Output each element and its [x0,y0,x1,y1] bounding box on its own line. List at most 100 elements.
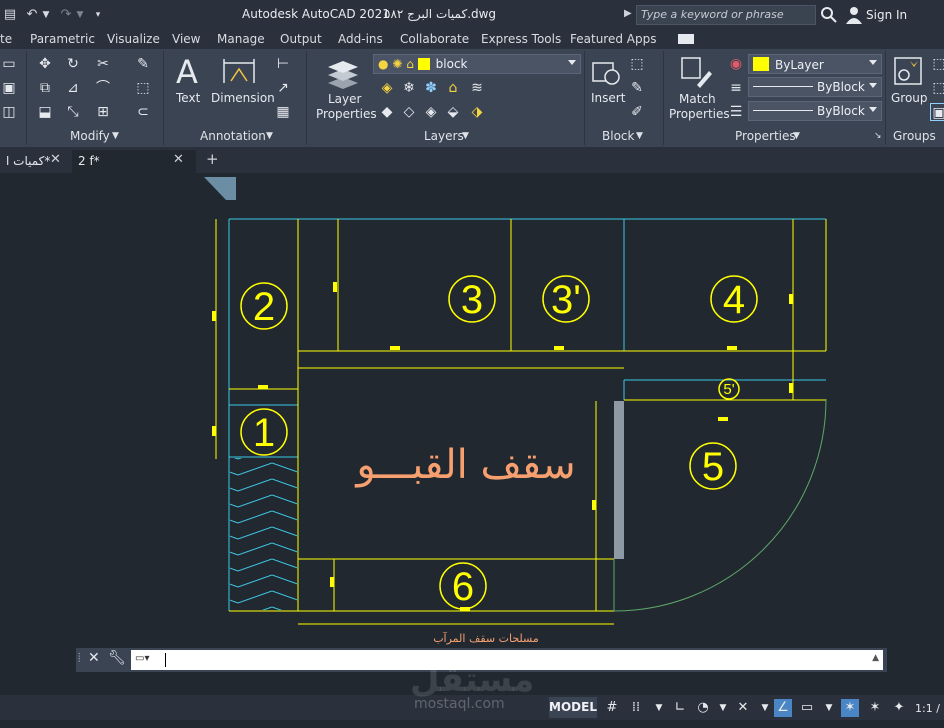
tab-add-ins[interactable]: Add-ins [338,32,383,46]
ribbon-minimize-toggle[interactable] [678,34,694,44]
layer-previous-icon[interactable]: ◇ [400,103,418,121]
tab-view[interactable]: View [172,32,200,46]
trim-icon[interactable]: ✂ [94,55,112,73]
linetype-dropdown[interactable]: ByBlock [748,77,882,97]
group-button-label[interactable]: Group [891,91,928,105]
layer-delete-icon[interactable]: ⬗ [468,103,486,121]
tab-output[interactable]: Output [280,32,322,46]
groups-panel-label[interactable]: Groups [893,129,936,143]
command-history-icon[interactable]: ▲ [872,653,879,663]
search-expand-icon[interactable]: ▶ [624,8,632,19]
tab-home-partial[interactable]: te [0,32,12,46]
text-icon[interactable]: A [170,55,204,89]
layer-merge-icon[interactable]: ⬙ [444,103,462,121]
undo-dropdown-icon[interactable]: ▼ [38,7,54,23]
layer-match-icon[interactable]: ◆ [378,103,396,121]
close-icon[interactable]: ✕ [173,152,184,167]
dimension-icon[interactable] [222,55,256,87]
group-edit-icon[interactable]: ⬚ [930,79,944,97]
user-icon[interactable] [845,6,863,24]
layers-panel-label[interactable]: Layers [424,129,464,143]
explode-icon[interactable]: ⬚ [134,79,152,97]
modify-expand-icon[interactable]: ▼ [112,131,119,141]
modify-panel-label[interactable]: Modify [70,129,110,143]
model-space-button[interactable]: MODEL [549,697,597,718]
snap-dropdown-icon[interactable]: ▼ [650,699,668,717]
print-icon[interactable]: ▤ [2,7,18,23]
scale-icon[interactable]: ⤡ [64,103,82,121]
color-wheel-icon[interactable]: ◉ [727,55,745,73]
annotation-panel-label[interactable]: Annotation [200,129,266,143]
tab-manage[interactable]: Manage [217,32,265,46]
annotation-scale-icon[interactable]: ✦ [890,699,908,717]
lineweight-toggle-icon[interactable]: ▭ [798,699,816,717]
osnap-dropdown-icon[interactable]: ▼ [756,699,774,717]
group-icon[interactable] [892,55,924,87]
layer-freeze-icon[interactable]: ❄ [400,79,418,97]
edit-attributes-icon[interactable]: ✐ [628,103,646,121]
draw-hatch-icon[interactable]: ▣ [0,79,18,97]
block-panel-label[interactable]: Block [602,129,634,143]
command-prompt-icon[interactable]: ▭▾ [135,653,149,664]
layer-walk-icon[interactable]: ≋ [468,79,486,97]
copy-icon[interactable]: ⧉ [36,79,54,97]
drawing-svg[interactable]: 2 3 3' 4 5' 1 5 6 سقف القبـــو مسلحات سق… [0,173,944,647]
customize-wrench-icon[interactable]: 🔧︎ [108,650,126,666]
search-icon[interactable] [820,6,838,24]
table-icon[interactable]: ▦ [274,103,292,121]
draw-rect-icon[interactable]: ▭ [0,55,18,73]
layer-lock-icon[interactable]: ⌂ [444,79,462,97]
otrack-icon[interactable]: ∠ [774,699,792,717]
edit-block-icon[interactable]: ✎ [628,79,646,97]
draw-region-icon[interactable]: ◫ [0,103,18,121]
layer-isolate-icon[interactable]: ◈ [378,79,396,97]
dimension-button-label[interactable]: Dimension [211,91,275,105]
tab-parametric[interactable]: Parametric [30,32,95,46]
lineweight-dropdown[interactable]: ByBlock [748,101,882,121]
close-icon[interactable]: ✕ [88,650,100,666]
lineweight-icon[interactable]: ☰ [727,103,745,121]
erase-icon[interactable]: ✎ [134,55,152,73]
offset-icon[interactable]: ⊂ [134,103,152,121]
polar-icon[interactable]: ◔ [694,699,712,717]
polar-dropdown-icon[interactable]: ▼ [714,699,732,717]
linear-dimension-icon[interactable]: ⊢ [274,55,292,73]
color-dropdown[interactable]: ByLayer [748,54,882,74]
group-selection-icon[interactable]: ▣ [930,103,944,121]
match-properties-label-1[interactable]: Match [679,92,716,106]
properties-panel-label[interactable]: Properties [735,129,796,143]
ortho-icon[interactable]: ∟ [671,699,689,717]
match-properties-icon[interactable] [679,55,713,89]
redo-dropdown-icon[interactable]: ▼ [72,7,88,23]
osnap-icon[interactable]: ✕ [734,699,752,717]
match-properties-label-2[interactable]: Properties [669,107,730,121]
layer-dropdown[interactable]: ● ✺ ⌂ block [373,54,581,74]
snap-icon[interactable]: ⁞⁞ [627,699,645,717]
array-icon[interactable]: ⊞ [94,103,112,121]
layer-properties-icon[interactable] [326,55,360,91]
properties-launcher-icon[interactable]: ↘ [874,131,882,141]
close-icon[interactable]: ✕ [50,152,61,167]
text-button-label[interactable]: Text [176,91,200,105]
annotation-visibility-icon[interactable]: ✶ [841,699,859,717]
block-expand-icon[interactable]: ▼ [636,131,643,141]
stretch-icon[interactable]: ⬓ [36,103,54,121]
properties-expand-icon[interactable]: ▼ [793,131,800,141]
grid-icon[interactable]: # [603,699,621,717]
annotation-scale[interactable]: 1:1 / [915,702,940,715]
linetype-icon[interactable]: ≡ [727,79,745,97]
layer-properties-label-2[interactable]: Properties [316,107,377,121]
mirror-icon[interactable]: ⊿ [64,79,82,97]
tab-featured-apps[interactable]: Featured Apps [570,32,656,46]
move-icon[interactable]: ✥ [36,55,54,73]
layer-unisolate-icon[interactable]: ◈ [422,103,440,121]
layers-expand-icon[interactable]: ▼ [462,131,469,141]
fillet-icon[interactable]: ⌒ [94,79,112,97]
insert-button-label[interactable]: Insert [591,91,625,105]
command-grip-icon[interactable]: ⦙ [78,651,81,666]
viewcube-fragment[interactable] [204,177,236,200]
insert-block-icon[interactable] [590,55,622,87]
auto-scale-icon[interactable]: ✶ [866,699,884,717]
create-block-icon[interactable]: ⬚ [628,55,646,73]
leader-icon[interactable]: ↗ [274,79,292,97]
